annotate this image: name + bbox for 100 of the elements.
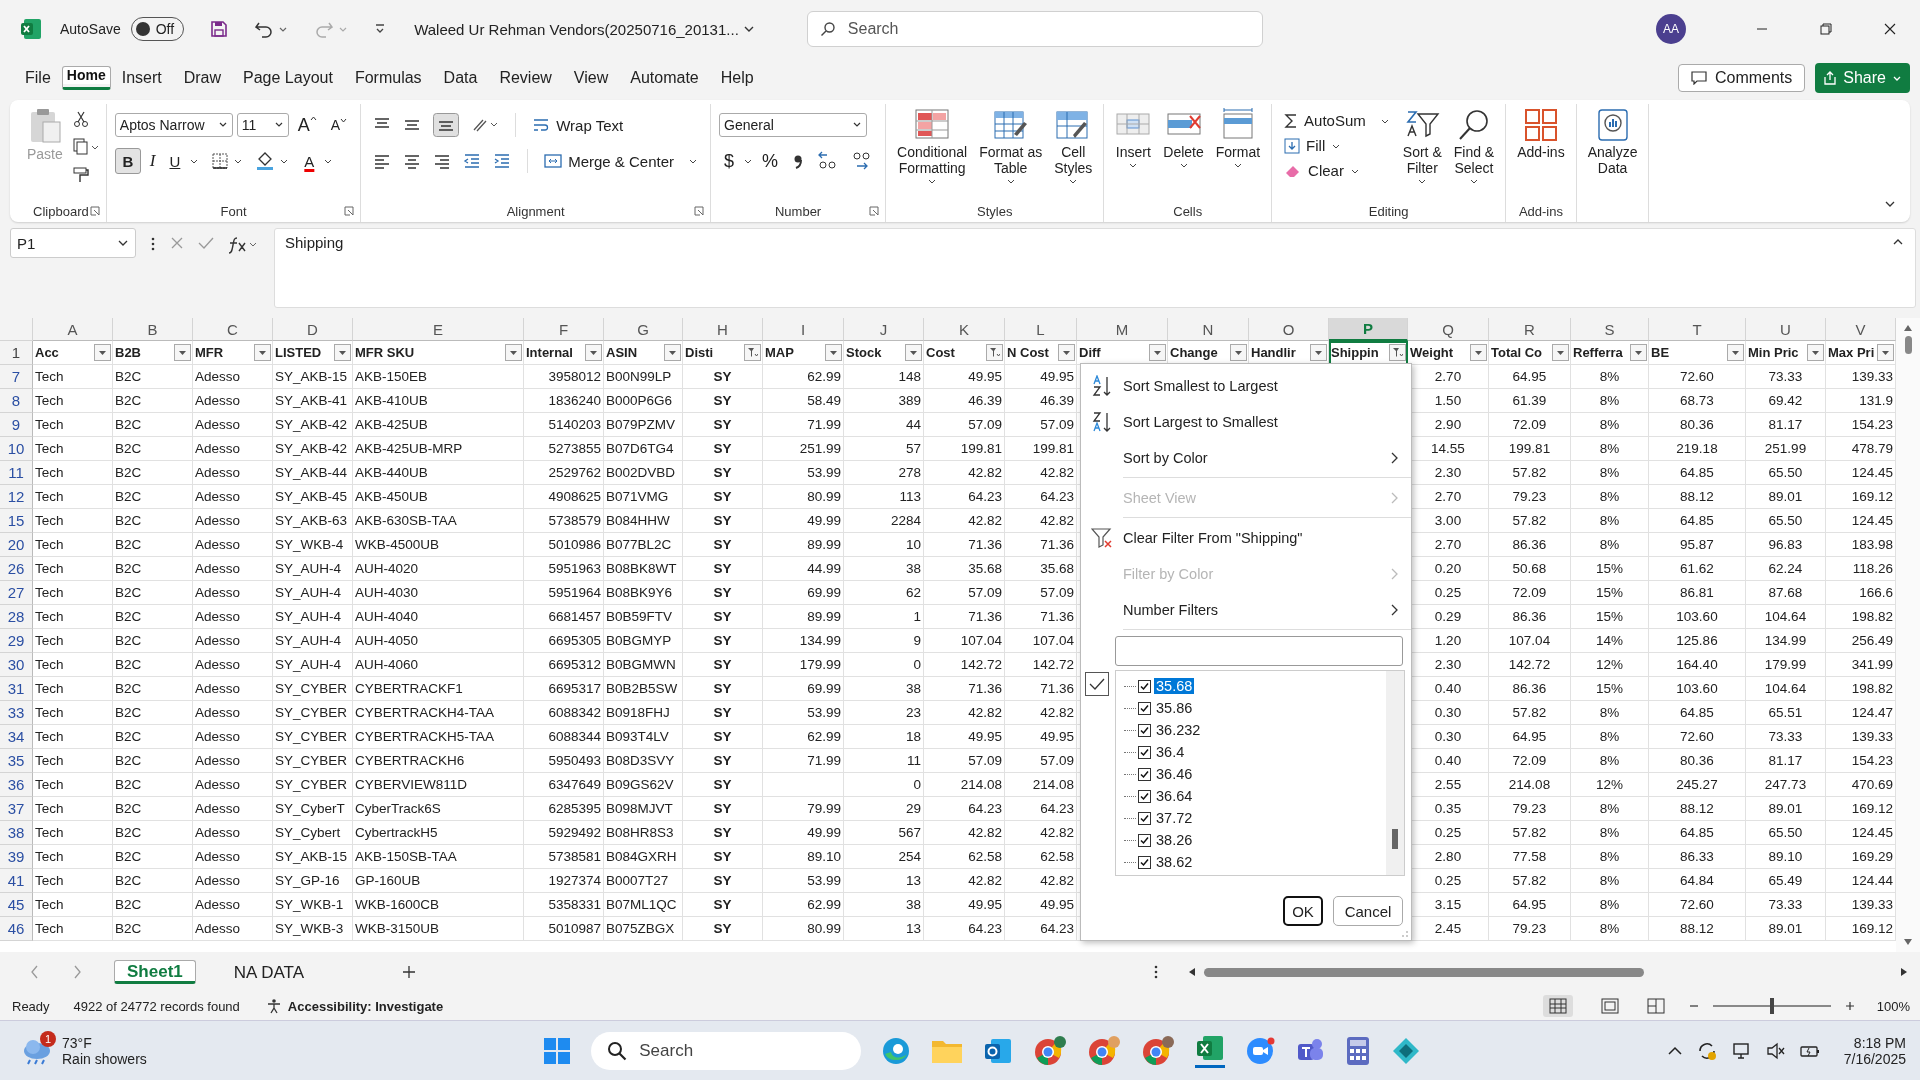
- merge-center-button[interactable]: Merge & Center: [540, 150, 703, 172]
- zoom-slider-thumb[interactable]: [1769, 998, 1774, 1014]
- column-letter[interactable]: H: [683, 318, 763, 341]
- zoom-level[interactable]: 100%: [1876, 998, 1910, 1014]
- resize-grip-icon[interactable]: [1401, 930, 1409, 938]
- column-letter[interactable]: G: [604, 318, 683, 341]
- filter-dropdown-button[interactable]: [1230, 344, 1247, 361]
- filter-dropdown-button[interactable]: [905, 344, 922, 361]
- increase-font-button[interactable]: A: [292, 112, 322, 138]
- copy-icon[interactable]: [71, 138, 98, 156]
- filter-dropdown-button[interactable]: [1630, 344, 1647, 361]
- row-number[interactable]: 33: [0, 701, 33, 725]
- enter-icon[interactable]: [198, 236, 214, 250]
- page-layout-view-icon[interactable]: [1600, 998, 1619, 1014]
- scissors-icon[interactable]: [71, 110, 90, 128]
- column-letter[interactable]: D: [273, 318, 353, 341]
- customize-icon[interactable]: [374, 23, 387, 35]
- filter-value[interactable]: 37.72: [1154, 810, 1195, 826]
- italic-button[interactable]: I: [144, 149, 161, 173]
- cancel-icon[interactable]: [170, 236, 184, 250]
- column-letter[interactable]: P: [1329, 318, 1408, 341]
- filter-dropdown-button[interactable]: [1877, 344, 1894, 361]
- column-letter[interactable]: M: [1077, 318, 1168, 341]
- filter-value[interactable]: 36.64: [1154, 788, 1195, 804]
- align-center-icon[interactable]: [403, 152, 422, 170]
- filter-dropdown-button[interactable]: [585, 344, 602, 361]
- ok-button[interactable]: OK: [1283, 896, 1323, 926]
- filter-value[interactable]: 36.232: [1154, 722, 1203, 738]
- fill-color-icon[interactable]: [255, 151, 276, 171]
- filter-dropdown-button[interactable]: [1552, 344, 1569, 361]
- checkbox[interactable]: [1138, 789, 1151, 803]
- decrease-indent-icon[interactable]: [463, 152, 482, 170]
- menu-tab[interactable]: File: [14, 61, 62, 95]
- column-letter[interactable]: E: [353, 318, 524, 341]
- format-painter-icon[interactable]: [71, 166, 90, 184]
- menu-tab[interactable]: Insert: [110, 61, 173, 95]
- menu-tab[interactable]: Help: [709, 61, 765, 95]
- checkbox[interactable]: [1138, 723, 1151, 737]
- volume-muted-icon[interactable]: [1765, 1041, 1786, 1060]
- menu-item[interactable]: Sort Smallest to Largest: [1081, 368, 1411, 404]
- restore-icon[interactable]: [1820, 23, 1832, 35]
- normal-view-icon[interactable]: [1542, 995, 1573, 1017]
- ribbon-button[interactable]: Delete: [1160, 106, 1207, 172]
- filter-dropdown-button[interactable]: [174, 344, 191, 361]
- menu-item[interactable]: Sort Largest to Smallest: [1081, 404, 1411, 440]
- menu-tab[interactable]: Draw: [172, 61, 233, 95]
- row-number[interactable]: 10: [0, 437, 33, 461]
- browser-icon[interactable]: [1141, 1034, 1176, 1067]
- filter-dropdown-button[interactable]: [254, 344, 271, 361]
- font-name-field[interactable]: Aptos Narrow: [114, 113, 233, 137]
- scroll-up-icon[interactable]: [1903, 324, 1913, 332]
- filter-value[interactable]: 35.86: [1154, 700, 1195, 716]
- ribbon-button[interactable]: Analyze Data: [1584, 106, 1641, 178]
- more-icon[interactable]: [150, 236, 156, 252]
- borders-icon[interactable]: [211, 152, 230, 170]
- filter-dropdown-button[interactable]: [825, 344, 842, 361]
- column-letter[interactable]: B: [113, 318, 193, 341]
- filter-dropdown-button[interactable]: [1727, 344, 1744, 361]
- column-letter[interactable]: S: [1571, 318, 1649, 341]
- row-number[interactable]: 41: [0, 869, 33, 893]
- row-number[interactable]: 11: [0, 461, 33, 485]
- column-letter[interactable]: R: [1489, 318, 1571, 341]
- network-icon[interactable]: [1731, 1041, 1752, 1060]
- column-letter[interactable]: C: [193, 318, 273, 341]
- filter-value[interactable]: 36.4: [1154, 744, 1187, 760]
- column-letter[interactable]: U: [1746, 318, 1826, 341]
- bold-button[interactable]: B: [114, 148, 141, 174]
- row-number[interactable]: 20: [0, 533, 33, 557]
- ribbon-button[interactable]: Find & Select: [1450, 106, 1498, 188]
- comments-button[interactable]: Comments: [1677, 64, 1806, 92]
- row-number[interactable]: 46: [0, 917, 33, 941]
- menu-tab[interactable]: Formulas: [343, 61, 433, 95]
- filter-dropdown-button[interactable]: [744, 344, 761, 361]
- share-button[interactable]: Share: [1815, 63, 1910, 93]
- column-letter[interactable]: N: [1168, 318, 1249, 341]
- weather-text[interactable]: Rain showers: [62, 1050, 147, 1067]
- filter-dropdown-button[interactable]: [1389, 344, 1406, 361]
- ribbon-button[interactable]: Cell Styles: [1051, 106, 1096, 188]
- row-number[interactable]: 36: [0, 773, 33, 797]
- filter-dropdown-button[interactable]: [334, 344, 351, 361]
- accessibility-button[interactable]: Accessibility: Investigate: [265, 998, 444, 1014]
- currency-button[interactable]: $: [719, 148, 740, 174]
- ribbon-button[interactable]: Format as Table: [976, 106, 1046, 188]
- column-letter[interactable]: L: [1005, 318, 1077, 341]
- filter-dropdown-button[interactable]: [1807, 344, 1824, 361]
- row-number[interactable]: 9: [0, 413, 33, 437]
- dialog-launcher-icon[interactable]: [694, 206, 705, 216]
- row-number[interactable]: 34: [0, 725, 33, 749]
- filter-dropdown-button[interactable]: [1058, 344, 1075, 361]
- browser-icon[interactable]: [881, 1035, 912, 1066]
- row-number[interactable]: 31: [0, 677, 33, 701]
- checkbox[interactable]: [1138, 833, 1151, 847]
- align-right-icon[interactable]: [433, 152, 452, 170]
- filter-dropdown-button[interactable]: [664, 344, 681, 361]
- menu-item[interactable]: Number Filters: [1081, 592, 1411, 628]
- row-number[interactable]: 1: [0, 341, 33, 365]
- close-icon[interactable]: [1884, 23, 1896, 35]
- row-number[interactable]: 37: [0, 797, 33, 821]
- scrollbar-thumb[interactable]: [1904, 336, 1912, 354]
- clear-button[interactable]: Clear: [1280, 160, 1364, 181]
